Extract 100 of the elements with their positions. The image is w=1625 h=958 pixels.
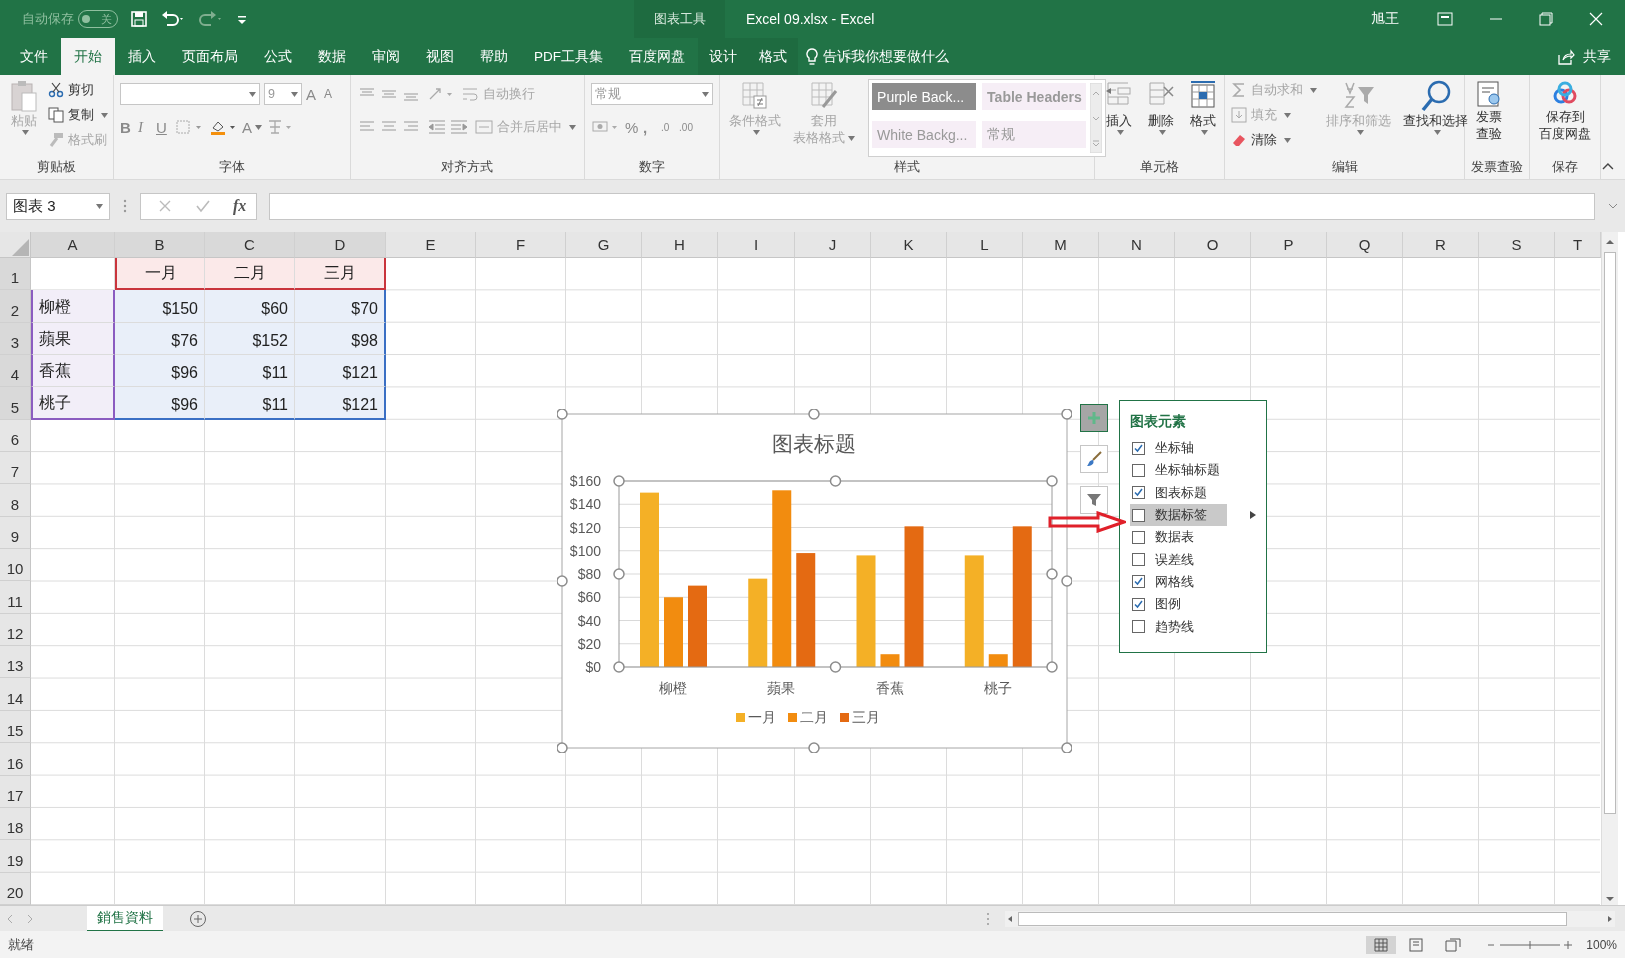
resize-handle[interactable] — [1046, 661, 1058, 673]
chart-element-option[interactable]: 坐标轴标题 — [1130, 459, 1258, 482]
collapse-ribbon-icon[interactable] — [1601, 161, 1615, 171]
checkbox[interactable] — [1132, 441, 1145, 455]
save-icon[interactable] — [130, 10, 148, 28]
column-header[interactable]: B — [115, 232, 205, 258]
horizontal-scrollbar[interactable] — [1005, 910, 1615, 927]
chart-element-option[interactable]: 数据表 — [1130, 526, 1258, 549]
ribbon-display-icon[interactable] — [1437, 12, 1453, 26]
column-header[interactable]: N — [1099, 232, 1175, 258]
sheet-tab[interactable]: 銷售資料 — [87, 905, 163, 932]
insert-function-button[interactable]: fx — [233, 197, 247, 215]
menu-tab[interactable]: 帮助 — [467, 38, 521, 75]
column-header[interactable]: L — [947, 232, 1023, 258]
column-header[interactable]: G — [566, 232, 642, 258]
menu-tab[interactable]: 设计 — [698, 38, 748, 75]
checkbox[interactable] — [1132, 620, 1145, 633]
column-header[interactable]: A — [31, 232, 115, 258]
chart-filters-button[interactable] — [1080, 486, 1108, 514]
resize-handle[interactable] — [557, 409, 568, 420]
resize-handle[interactable] — [1046, 568, 1058, 580]
row-header[interactable]: 13 — [0, 646, 31, 679]
column-header[interactable]: T — [1555, 232, 1601, 258]
row-header[interactable]: 7 — [0, 452, 31, 485]
menu-tab[interactable]: 插入 — [115, 38, 169, 75]
name-box[interactable]: 图表 3 — [6, 192, 110, 220]
column-header[interactable]: J — [795, 232, 871, 258]
chart-element-option[interactable]: 误差线 — [1130, 548, 1258, 571]
checkbox[interactable] — [1132, 530, 1145, 544]
cells-button[interactable]: 格式 — [1185, 79, 1222, 135]
user-name[interactable]: 旭王 — [1371, 10, 1399, 28]
menu-tab[interactable]: 百度网盘 — [616, 38, 698, 75]
phonetic-icon[interactable] — [266, 118, 294, 136]
row-header[interactable]: 18 — [0, 807, 31, 841]
undo-icon[interactable] — [160, 10, 186, 28]
scrollbar-thumb[interactable] — [1018, 911, 1567, 926]
row-header[interactable]: 3 — [0, 322, 31, 356]
checkbox[interactable] — [1132, 597, 1145, 611]
clear-button[interactable]: 清除 — [1231, 129, 1318, 151]
submenu-arrow-icon[interactable] — [1249, 510, 1257, 521]
column-header[interactable]: K — [871, 232, 947, 258]
zoom-level[interactable]: 100% — [1586, 937, 1617, 952]
add-sheet-icon[interactable] — [189, 909, 207, 928]
checkbox[interactable] — [1132, 553, 1145, 567]
menu-tab[interactable]: 公式 — [251, 38, 305, 75]
row-header[interactable]: 2 — [0, 290, 31, 323]
cancel-icon[interactable] — [157, 198, 173, 214]
menu-tab[interactable]: 格式 — [748, 38, 798, 75]
row-header[interactable]: 6 — [0, 419, 31, 453]
column-header[interactable]: H — [642, 232, 718, 258]
tell-me-search[interactable]: 告诉我你想要做什么 — [823, 47, 949, 66]
cut-button[interactable]: 剪切 — [48, 79, 108, 101]
menu-tab[interactable]: 数据 — [305, 38, 359, 75]
resize-handle[interactable] — [613, 475, 625, 487]
splitter-icon[interactable] — [122, 197, 128, 215]
column-header[interactable]: E — [386, 232, 476, 258]
row-header[interactable]: 14 — [0, 678, 31, 711]
chart-element-option[interactable]: 坐标轴 — [1130, 437, 1258, 460]
row-header[interactable]: 8 — [0, 484, 31, 517]
enter-icon[interactable] — [195, 198, 211, 214]
chart-styles-button[interactable] — [1080, 445, 1108, 473]
scrollbar-thumb[interactable] — [1604, 252, 1616, 814]
font-name-field[interactable] — [120, 83, 260, 105]
chart-element-option[interactable]: 网格线 — [1130, 570, 1258, 594]
expand-icon[interactable] — [1607, 201, 1619, 211]
column-header[interactable]: S — [1479, 232, 1555, 258]
row-header[interactable]: 17 — [0, 775, 31, 808]
find-select-button[interactable]: 查找和选择 — [1400, 79, 1472, 135]
checkbox[interactable] — [1132, 575, 1145, 589]
row-header[interactable]: 11 — [0, 581, 31, 614]
share-button[interactable]: 共享 — [1557, 38, 1625, 75]
resize-handle[interactable] — [557, 575, 568, 587]
chart-element-option[interactable]: 图例 — [1130, 593, 1258, 616]
chart-title[interactable]: 图表标题 — [772, 432, 856, 455]
row-header[interactable]: 4 — [0, 355, 31, 388]
row-header[interactable]: 12 — [0, 613, 31, 647]
column-header[interactable]: I — [718, 232, 795, 258]
resize-handle[interactable] — [1061, 409, 1072, 420]
cells-button[interactable]: 插入 — [1101, 79, 1138, 135]
resize-handle[interactable] — [613, 568, 625, 580]
column-header[interactable]: M — [1023, 232, 1099, 258]
checkbox[interactable] — [1132, 508, 1145, 522]
resize-handle[interactable] — [1046, 475, 1058, 487]
redo-icon[interactable] — [198, 10, 224, 28]
resize-handle[interactable] — [829, 475, 842, 487]
plot-area-frame[interactable] — [618, 480, 1053, 668]
row-header[interactable]: 1 — [0, 258, 31, 291]
copy-button[interactable]: 复制 — [48, 104, 108, 126]
menu-tab[interactable]: PDF工具集 — [521, 38, 616, 75]
menu-tab[interactable]: 审阅 — [359, 38, 413, 75]
row-header[interactable]: 20 — [0, 872, 31, 905]
resize-handle[interactable] — [829, 661, 842, 673]
resize-handle[interactable] — [808, 409, 820, 420]
menu-tab[interactable]: 页面布局 — [169, 38, 251, 75]
chart-bar[interactable] — [796, 553, 816, 667]
column-header[interactable]: F — [476, 232, 566, 258]
column-header[interactable]: D — [295, 232, 386, 258]
menu-tab[interactable]: 开始 — [61, 38, 115, 75]
checkbox[interactable] — [1132, 486, 1145, 500]
column-header[interactable]: Q — [1327, 232, 1403, 258]
